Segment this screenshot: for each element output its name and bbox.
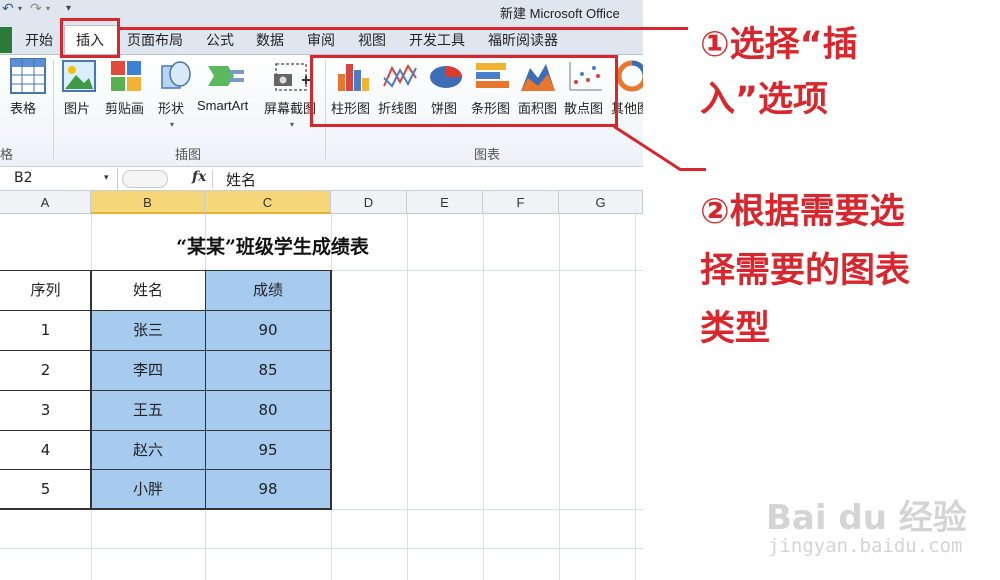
column-header-f[interactable]: F (483, 191, 559, 214)
tab-home[interactable]: 开始 (25, 30, 53, 50)
undo-dropdown-icon[interactable]: ▾ (18, 4, 22, 13)
table-border (0, 469, 331, 470)
table-border (205, 270, 206, 509)
group-separator (53, 60, 54, 160)
shapes-button[interactable]: 形状 (158, 98, 184, 117)
annotation-step2-line3: 类型 (700, 309, 771, 349)
insert-function-icon[interactable]: fx (192, 169, 206, 185)
table-border (0, 390, 331, 391)
table-cell[interactable]: 1 (0, 311, 91, 350)
formula-bar-splitter[interactable] (122, 170, 168, 188)
column-header-e[interactable]: E (407, 191, 483, 214)
table-border (0, 270, 331, 271)
tab-view[interactable]: 视图 (358, 30, 386, 50)
column-header-g[interactable]: G (559, 191, 643, 214)
name-box-dropdown-icon[interactable]: ▾ (104, 173, 109, 183)
table-border (0, 430, 331, 431)
baidu-watermark-logo: Bai du 经验 (766, 498, 967, 538)
clipart-icon (111, 61, 141, 91)
undo-icon[interactable]: ↶ (2, 1, 14, 17)
screenshot-button[interactable]: 屏幕截图 (264, 98, 316, 117)
shapes-icon (161, 61, 191, 89)
table-cell[interactable]: 张三 (91, 311, 205, 350)
table-cell[interactable]: 李四 (91, 351, 205, 390)
picture-icon (62, 60, 96, 92)
redo-dropdown-icon[interactable]: ▾ (46, 4, 50, 13)
table-button[interactable]: 表格 (10, 98, 36, 117)
table-icon (10, 58, 46, 94)
table-cell[interactable]: 赵六 (91, 431, 205, 470)
column-header-b[interactable]: B (91, 191, 205, 214)
table-border (90, 270, 92, 509)
tab-foxit-reader[interactable]: 福昕阅读器 (488, 30, 558, 50)
column-header-c[interactable]: C (205, 191, 331, 214)
grid-line (0, 548, 643, 549)
annotation-step1-line2: 入”选项 (700, 80, 829, 120)
table-border (0, 508, 332, 510)
highlight-insert-tab (60, 18, 120, 58)
table-cell[interactable]: 90 (205, 311, 331, 350)
group-label-charts: 图表 (474, 148, 501, 163)
screenshot-icon (274, 63, 310, 91)
group-label-illustrations: 插图 (175, 148, 202, 163)
table-header-cell[interactable]: 姓名 (91, 271, 205, 310)
table-header-cell[interactable]: 序列 (0, 271, 91, 310)
window-title: 新建 Microsoft Office (500, 6, 620, 21)
group-label-tables: 格 (0, 148, 14, 163)
table-border (0, 350, 331, 351)
file-tab[interactable] (0, 27, 12, 53)
connector-line (681, 168, 706, 171)
grid-line (483, 214, 484, 580)
annotation-step2-line2: 择需要的图表 (700, 251, 911, 291)
annotation-step2-line1: ②根据需要选 (700, 192, 905, 232)
table-cell[interactable]: 98 (205, 470, 331, 509)
grid-line (635, 214, 636, 580)
customize-quick-access-icon[interactable]: ▾ (66, 3, 71, 14)
grid-line (407, 214, 408, 580)
tab-formulas[interactable]: 公式 (206, 30, 234, 50)
table-cell[interactable]: 95 (205, 431, 331, 470)
smartart-button[interactable]: SmartArt (197, 98, 248, 113)
tab-developer[interactable]: 开发工具 (409, 30, 465, 50)
table-cell[interactable]: 80 (205, 391, 331, 430)
grid-line (559, 214, 560, 580)
table-cell[interactable]: 3 (0, 391, 91, 430)
tab-review[interactable]: 审阅 (307, 30, 335, 50)
sheet-title: “某某”班级学生成绩表 (176, 236, 369, 258)
table-cell[interactable]: 5 (0, 470, 91, 509)
connector-line (120, 27, 688, 30)
redo-icon[interactable]: ↷ (30, 1, 42, 17)
table-header-cell[interactable]: 成绩 (205, 271, 331, 310)
other-charts-icon (616, 60, 643, 92)
table-border (330, 270, 332, 510)
picture-button[interactable]: 图片 (64, 98, 90, 117)
table-cell[interactable]: 王五 (91, 391, 205, 430)
tab-data[interactable]: 数据 (256, 30, 284, 50)
table-cell[interactable]: 小胖 (91, 470, 205, 509)
table-cell[interactable]: 4 (0, 431, 91, 470)
smartart-icon (208, 66, 244, 86)
table-border (0, 310, 331, 311)
shapes-dropdown-icon[interactable]: ▾ (170, 120, 174, 129)
column-header-a[interactable]: A (0, 191, 91, 214)
baidu-watermark-url: jingyan.baidu.com (768, 535, 963, 557)
formula-separator (212, 170, 213, 188)
screenshot-dropdown-icon[interactable]: ▾ (290, 120, 294, 129)
highlight-chart-buttons (310, 55, 618, 127)
table-cell[interactable]: 85 (205, 351, 331, 390)
clipart-button[interactable]: 剪贴画 (105, 98, 144, 117)
column-header-d[interactable]: D (331, 191, 407, 214)
name-box-value: B2 (14, 170, 33, 186)
table-cell[interactable]: 2 (0, 351, 91, 390)
annotation-step1-line1: ①选择“插 (700, 25, 858, 65)
tab-page-layout[interactable]: 页面布局 (127, 30, 183, 50)
formula-input[interactable]: 姓名 (226, 169, 256, 190)
